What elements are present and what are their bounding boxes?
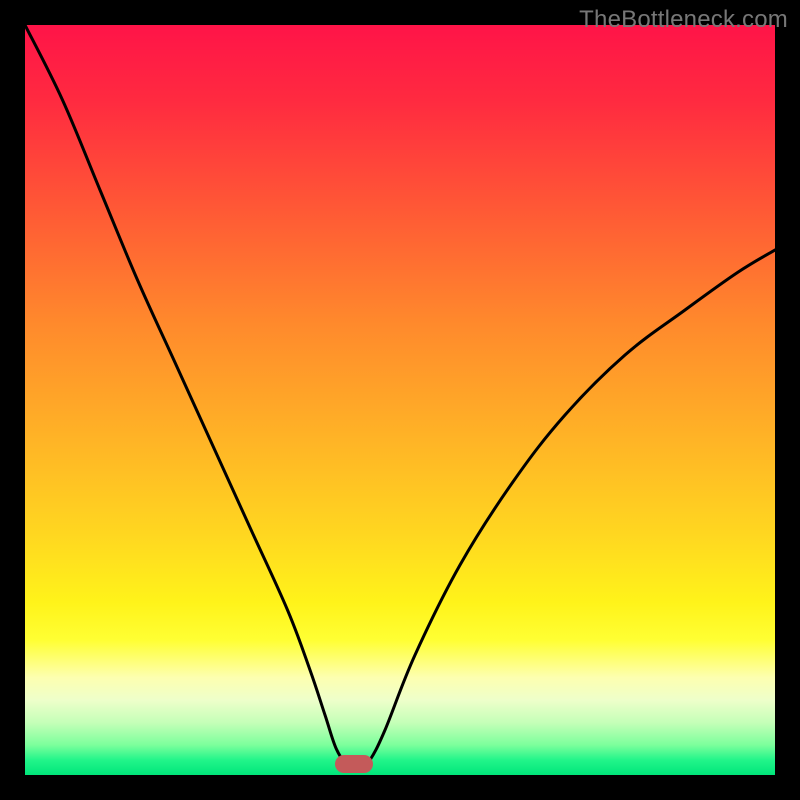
watermark-text: TheBottleneck.com	[579, 6, 788, 34]
chart-frame: TheBottleneck.com	[0, 0, 800, 800]
optimal-point-marker	[335, 755, 373, 773]
bottleneck-curve	[25, 25, 775, 767]
curve-svg	[25, 25, 775, 775]
plot-area	[25, 25, 775, 775]
